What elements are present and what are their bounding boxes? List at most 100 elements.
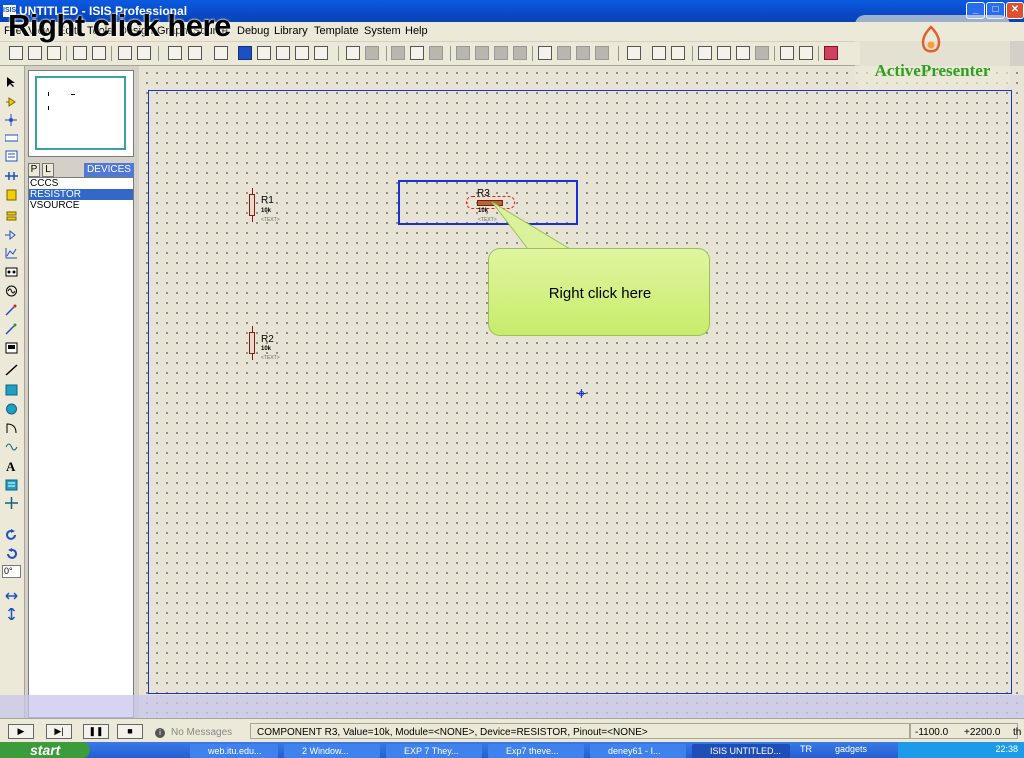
mode-toolbar: A 0° [0,66,25,718]
circle-tool-icon[interactable] [5,403,18,415]
redo-icon[interactable] [365,46,379,60]
zoom-out-icon[interactable] [276,46,290,60]
task-isis-untitled[interactable]: ISIS UNTITLED... [692,744,790,758]
device-item-cccs[interactable]: CCCS [29,178,133,189]
copy-icon[interactable] [410,46,424,60]
crosshair-cursor-icon [577,389,586,398]
paste-icon[interactable] [429,46,443,60]
virtual-instruments-icon[interactable] [5,342,18,354]
zoom-all-icon[interactable] [295,46,309,60]
origin-icon[interactable] [214,46,228,60]
clock[interactable]: 22:38 [995,744,1018,754]
overview-window[interactable] [28,70,134,157]
pick-devices-button[interactable]: P [28,163,40,177]
selection-mode-icon[interactable] [5,76,18,88]
step-button[interactable]: ▶| [46,724,72,739]
start-button[interactable]: start [0,742,90,758]
callout-text: Right click here [548,285,652,302]
device-list[interactable]: CCCS RESISTOR VSOURCE [28,177,134,718]
menu-library[interactable]: Library [274,25,308,37]
new-file-icon[interactable] [9,46,23,60]
open-file-icon[interactable] [28,46,42,60]
bill-of-materials-icon[interactable] [780,46,794,60]
text-script-icon[interactable] [5,150,18,162]
zoom-area-icon[interactable] [314,46,328,60]
pause-button[interactable]: ❚❚ [83,724,109,739]
library-manager-button[interactable]: L [42,163,54,177]
property-assignment-icon[interactable] [671,46,685,60]
electrical-rule-check-icon[interactable] [799,46,813,60]
box-tool-icon[interactable] [5,384,18,396]
marker-tool-icon[interactable] [5,497,18,509]
rotate-clockwise-icon[interactable] [5,529,18,541]
save-icon[interactable] [47,46,61,60]
menu-system[interactable]: System [364,25,401,37]
packaging-icon[interactable] [576,46,590,60]
svg-text:A: A [6,460,16,472]
r1-value-label: 10k [261,208,272,214]
symbol-tool-icon[interactable] [5,479,18,491]
grid-icon[interactable] [188,46,202,60]
exit-to-parent-icon[interactable] [755,46,769,60]
current-probe-icon[interactable] [5,323,18,335]
block-rotate-icon[interactable] [494,46,508,60]
line-tool-icon[interactable] [5,364,18,376]
task-web-itu[interactable]: web.itu.edu... [190,744,278,758]
task-exp7-they[interactable]: EXP 7 They... [386,744,482,758]
zoom-in-icon[interactable] [257,46,271,60]
device-item-vsource[interactable]: VSOURCE [29,200,133,211]
stop-button[interactable]: ■ [117,724,143,739]
language-indicator[interactable]: TR [800,744,812,754]
messages-indicator[interactable]: i No Messages [155,727,232,738]
device-pins-icon[interactable] [5,229,18,241]
gadgets-toolbar[interactable]: gadgets [835,744,867,754]
task-window[interactable]: 2 Window... [284,744,380,758]
pick-device-icon[interactable] [538,46,552,60]
block-move-icon[interactable] [475,46,489,60]
make-device-icon[interactable] [557,46,571,60]
wire-label-icon[interactable] [5,132,18,144]
export-icon[interactable] [92,46,106,60]
decompose-icon[interactable] [595,46,609,60]
device-item-resistor[interactable]: RESISTOR [29,189,133,200]
cut-icon[interactable] [391,46,405,60]
print-area-icon[interactable] [137,46,151,60]
menu-help[interactable]: Help [405,25,428,37]
search-tag-icon[interactable] [652,46,666,60]
voltage-probe-icon[interactable] [5,304,18,316]
menu-debug[interactable]: Debug [237,25,269,37]
callout-bubble: Right click here [488,248,710,336]
graph-mode-icon[interactable] [5,247,18,259]
task-deney61[interactable]: deney61 - I... [590,744,686,758]
bus-icon[interactable] [5,170,18,182]
text-tool-icon[interactable]: A [5,460,18,472]
remove-sheet-icon[interactable] [736,46,750,60]
path-tool-icon[interactable] [5,441,18,453]
netlist-to-ares-icon[interactable] [824,46,838,60]
generator-icon[interactable] [5,285,18,297]
component-mode-icon[interactable] [5,96,18,108]
mirror-vertical-icon[interactable] [5,608,18,620]
terminals-icon[interactable] [5,210,18,222]
close-button[interactable]: ✕ [1006,2,1024,19]
rotation-angle-field[interactable]: 0° [2,565,21,578]
rotate-anticlockwise-icon[interactable] [5,548,18,560]
add-sheet-icon[interactable] [717,46,731,60]
pan-icon[interactable] [238,46,252,60]
task-exp7-theve[interactable]: Exp7 theve... [488,744,584,758]
play-button[interactable]: ▶ [8,724,34,739]
new-sheet-icon[interactable] [698,46,712,60]
import-icon[interactable] [73,46,87,60]
subcircuit-icon[interactable] [5,189,18,201]
arc-tool-icon[interactable] [5,422,18,434]
tape-recorder-icon[interactable] [5,266,18,278]
junction-dot-icon[interactable] [5,114,18,126]
wire-autorouter-icon[interactable] [627,46,641,60]
block-copy-icon[interactable] [456,46,470,60]
print-icon[interactable] [118,46,132,60]
menu-template[interactable]: Template [314,25,359,37]
mirror-horizontal-icon[interactable] [5,590,18,602]
block-delete-icon[interactable] [513,46,527,60]
undo-icon[interactable] [346,46,360,60]
refresh-icon[interactable] [168,46,182,60]
